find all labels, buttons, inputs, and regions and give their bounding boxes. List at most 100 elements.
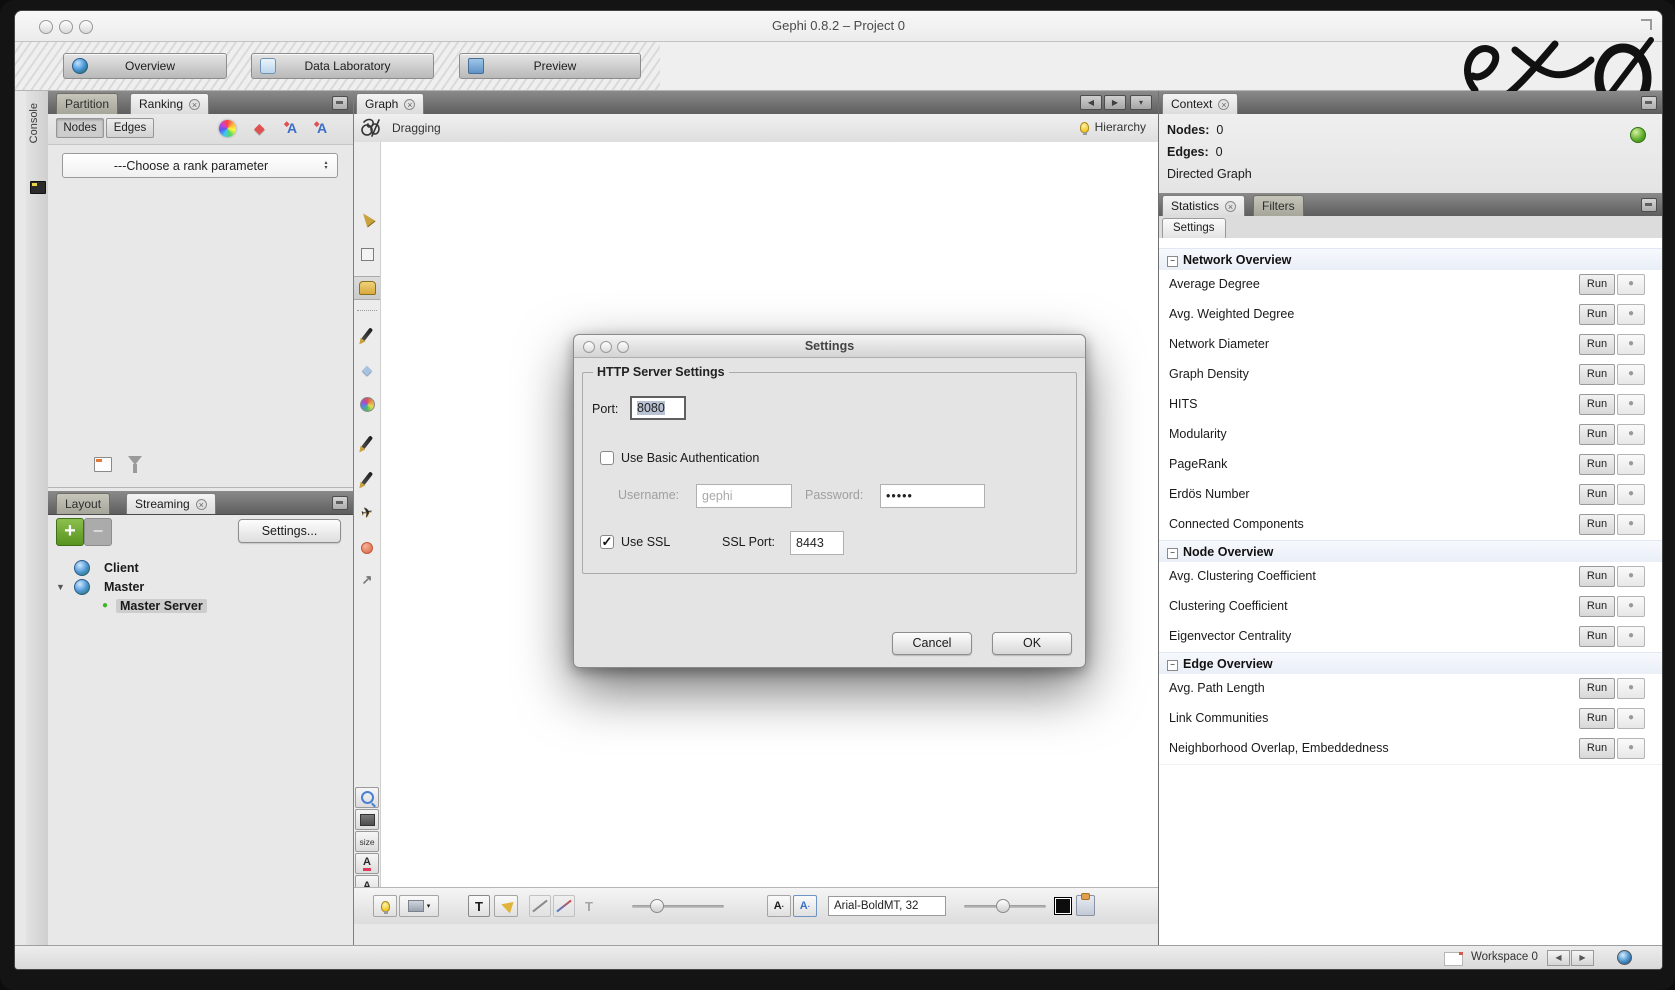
run-button[interactable]: Run [1579, 424, 1615, 445]
reset-label-color-button[interactable]: A [355, 853, 379, 874]
tab-scroll-right-button[interactable]: ▶ [1104, 95, 1126, 110]
tab-streaming[interactable]: Streaming × [126, 493, 216, 514]
ok-button[interactable]: OK [992, 632, 1072, 655]
collapse-panel-icon[interactable] [332, 496, 348, 510]
add-stream-button[interactable]: + [56, 518, 84, 546]
show-edge-labels-button[interactable] [494, 895, 518, 917]
overview-button[interactable]: Overview [63, 53, 227, 79]
tab-layout[interactable]: Layout [56, 493, 110, 514]
font-field[interactable]: Arial-BoldMT, 32 [828, 896, 946, 916]
label-size-icon[interactable]: ◆A [317, 120, 327, 136]
tab-list-dropdown-button[interactable]: ▾ [1130, 95, 1152, 110]
report-dot-button[interactable]: ● [1617, 334, 1645, 355]
remove-stream-button[interactable]: − [84, 518, 112, 546]
password-input[interactable]: ••••• [880, 484, 985, 508]
report-dot-button[interactable]: ● [1617, 364, 1645, 385]
run-button[interactable]: Run [1579, 708, 1615, 729]
report-dot-button[interactable]: ● [1617, 708, 1645, 729]
close-icon[interactable]: × [196, 499, 207, 510]
node-label-color-mode-button[interactable]: A· [767, 895, 791, 917]
tree-item-master[interactable]: ▼ Master [48, 578, 353, 597]
report-dot-button[interactable]: ● [1617, 394, 1645, 415]
subtab-settings[interactable]: Settings [1162, 218, 1226, 238]
gem-size-icon[interactable]: ◆ [254, 121, 265, 135]
slider-knob[interactable] [996, 899, 1010, 913]
sizer-tool[interactable]: ◆ [354, 358, 380, 382]
edge-visibility-button[interactable] [373, 895, 397, 917]
show-node-labels-button[interactable]: T [468, 895, 490, 917]
console-icon[interactable] [30, 181, 46, 194]
text-size-mode-button[interactable]: T [579, 895, 599, 917]
label-color-icon[interactable]: ◆A [287, 120, 297, 136]
label-attributes-button[interactable] [1076, 895, 1095, 916]
window-resize-icon[interactable] [1641, 19, 1652, 30]
label-scale-slider[interactable] [964, 905, 1046, 908]
collapse-panel-icon[interactable] [1641, 198, 1657, 212]
drag-tool[interactable] [354, 276, 380, 300]
edges-toggle-button[interactable]: Edges [106, 118, 154, 138]
run-button[interactable]: Run [1579, 678, 1615, 699]
report-dot-button[interactable]: ● [1617, 678, 1645, 699]
report-dot-button[interactable]: ● [1617, 484, 1645, 505]
close-icon[interactable]: × [1225, 201, 1236, 212]
report-dot-button[interactable]: ● [1617, 596, 1645, 617]
tab-graph[interactable]: Graph × [356, 93, 424, 114]
close-icon[interactable]: × [189, 99, 200, 110]
nodes-toggle-button[interactable]: Nodes [56, 118, 104, 138]
tab-ranking[interactable]: Ranking × [130, 93, 209, 114]
tab-partition[interactable]: Partition [56, 93, 118, 114]
tab-statistics[interactable]: Statistics × [1162, 195, 1245, 216]
run-button[interactable]: Run [1579, 566, 1615, 587]
reset-size-button[interactable]: size [355, 831, 379, 852]
report-dot-button[interactable]: ● [1617, 738, 1645, 759]
collapse-panel-icon[interactable] [1641, 96, 1657, 110]
edge-weight-dropdown[interactable]: ▾ [399, 895, 439, 917]
collapse-section-icon[interactable]: − [1167, 256, 1178, 267]
hierarchy-control[interactable]: Hierarchy [1080, 120, 1146, 134]
painter-tool[interactable] [354, 322, 380, 346]
report-dot-button[interactable]: ● [1617, 454, 1645, 475]
edge-color-source-button[interactable] [529, 895, 551, 917]
slider-knob[interactable] [650, 899, 664, 913]
section-header-node-overview[interactable]: −Node Overview [1159, 540, 1662, 564]
rank-parameter-select[interactable]: ---Choose a rank parameter ▴▾ [62, 153, 338, 178]
run-button[interactable]: Run [1579, 274, 1615, 295]
collapse-panel-icon[interactable] [332, 96, 348, 110]
use-ssl-checkbox[interactable]: ✓ [600, 535, 614, 549]
run-button[interactable]: Run [1579, 304, 1615, 325]
workspace-prev-button[interactable]: ◀ [1547, 950, 1570, 966]
run-button[interactable]: Run [1579, 596, 1615, 617]
report-dot-button[interactable]: ● [1617, 514, 1645, 535]
close-icon[interactable]: × [404, 99, 415, 110]
run-button[interactable]: Run [1579, 364, 1615, 385]
heat-node-tool[interactable] [354, 536, 380, 560]
run-button[interactable]: Run [1579, 394, 1615, 415]
color-wheel-icon[interactable] [219, 120, 236, 137]
reset-zoom-button[interactable] [355, 787, 379, 808]
run-button[interactable]: Run [1579, 454, 1615, 475]
tab-filters[interactable]: Filters [1253, 195, 1304, 216]
edge-color-mixed-button[interactable] [553, 895, 575, 917]
run-button[interactable]: Run [1579, 626, 1615, 647]
console-tab[interactable]: Console [28, 103, 40, 143]
run-button[interactable]: Run [1579, 738, 1615, 759]
collapse-section-icon[interactable]: − [1167, 548, 1178, 559]
run-button[interactable]: Run [1579, 514, 1615, 535]
direct-selection-tool[interactable] [354, 206, 380, 230]
edge-pencil-tool[interactable] [354, 466, 380, 490]
ranking-table-icon[interactable] [94, 457, 112, 472]
rectangle-selection-tool[interactable] [354, 242, 380, 266]
preview-button[interactable]: Preview [459, 53, 641, 79]
tab-scroll-left-button[interactable]: ◀ [1080, 95, 1102, 110]
data-laboratory-button[interactable]: Data Laboratory [251, 53, 434, 79]
run-button[interactable]: Run [1579, 484, 1615, 505]
heatmap-tool[interactable] [354, 392, 380, 416]
tree-item-client[interactable]: Client [48, 559, 353, 578]
shortest-path-tool[interactable]: ✈ [354, 500, 380, 524]
section-header-network-overview[interactable]: −Network Overview [1159, 248, 1662, 272]
label-color-swatch[interactable] [1054, 897, 1072, 915]
ssl-port-input[interactable]: 8443 [790, 531, 844, 555]
edge-tool[interactable]: ↗ [354, 568, 380, 592]
edge-scale-slider[interactable] [632, 905, 724, 908]
refresh-context-icon[interactable] [1630, 127, 1646, 143]
